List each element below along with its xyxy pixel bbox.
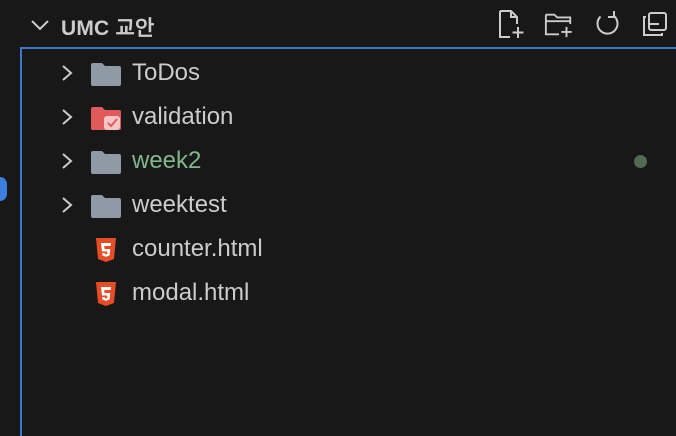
- new-file-button[interactable]: [496, 8, 526, 40]
- folder-icon: [91, 63, 121, 86]
- chevron-right-icon[interactable]: [60, 107, 74, 127]
- tree-item-label: validation: [132, 103, 234, 130]
- tree-item-validation[interactable]: validation: [22, 95, 676, 139]
- explorer-actions: [496, 8, 670, 40]
- chevron-right-icon[interactable]: [60, 63, 74, 83]
- refresh-icon: [596, 11, 619, 35]
- chevron-down-icon[interactable]: [30, 17, 50, 33]
- html5-icon: [96, 282, 116, 306]
- activity-bar-edge: [0, 0, 20, 436]
- explorer-view: UMC 교안 ToDos validation week2 weektest c…: [0, 0, 676, 436]
- html5-icon: [96, 238, 116, 262]
- explorer-header[interactable]: UMC 교안: [20, 0, 676, 48]
- new-folder-icon: [544, 13, 572, 38]
- chevron-right-icon[interactable]: [60, 195, 74, 215]
- tree-item-counter-html[interactable]: counter.html: [22, 227, 676, 271]
- tree-item-week2[interactable]: week2: [22, 139, 676, 183]
- chevron-right-icon[interactable]: [60, 151, 74, 171]
- tree-item-label: modal.html: [132, 279, 250, 306]
- tree-item-label: ToDos: [132, 59, 201, 86]
- refresh-button[interactable]: [592, 8, 622, 40]
- collapse-all-button[interactable]: [640, 8, 670, 40]
- activity-indicator[interactable]: [0, 177, 7, 201]
- file-tree: ToDos validation week2 weektest counter.…: [20, 47, 676, 436]
- folder-icon: [91, 151, 121, 174]
- tree-item-label: weektest: [132, 191, 227, 218]
- new-folder-button[interactable]: [544, 8, 574, 40]
- tree-item-label: week2: [132, 147, 202, 174]
- folder-validation-icon: [91, 107, 121, 130]
- tree-item-weektest[interactable]: weektest: [22, 183, 676, 227]
- explorer-title: UMC 교안: [61, 17, 155, 40]
- modified-indicator-icon: [634, 155, 647, 168]
- tree-item-label: counter.html: [132, 235, 263, 262]
- collapse-all-icon: [643, 12, 667, 36]
- new-file-icon: [499, 10, 524, 38]
- tree-item-todos[interactable]: ToDos: [22, 51, 676, 95]
- folder-icon: [91, 195, 121, 218]
- tree-item-modal-html[interactable]: modal.html: [22, 271, 676, 315]
